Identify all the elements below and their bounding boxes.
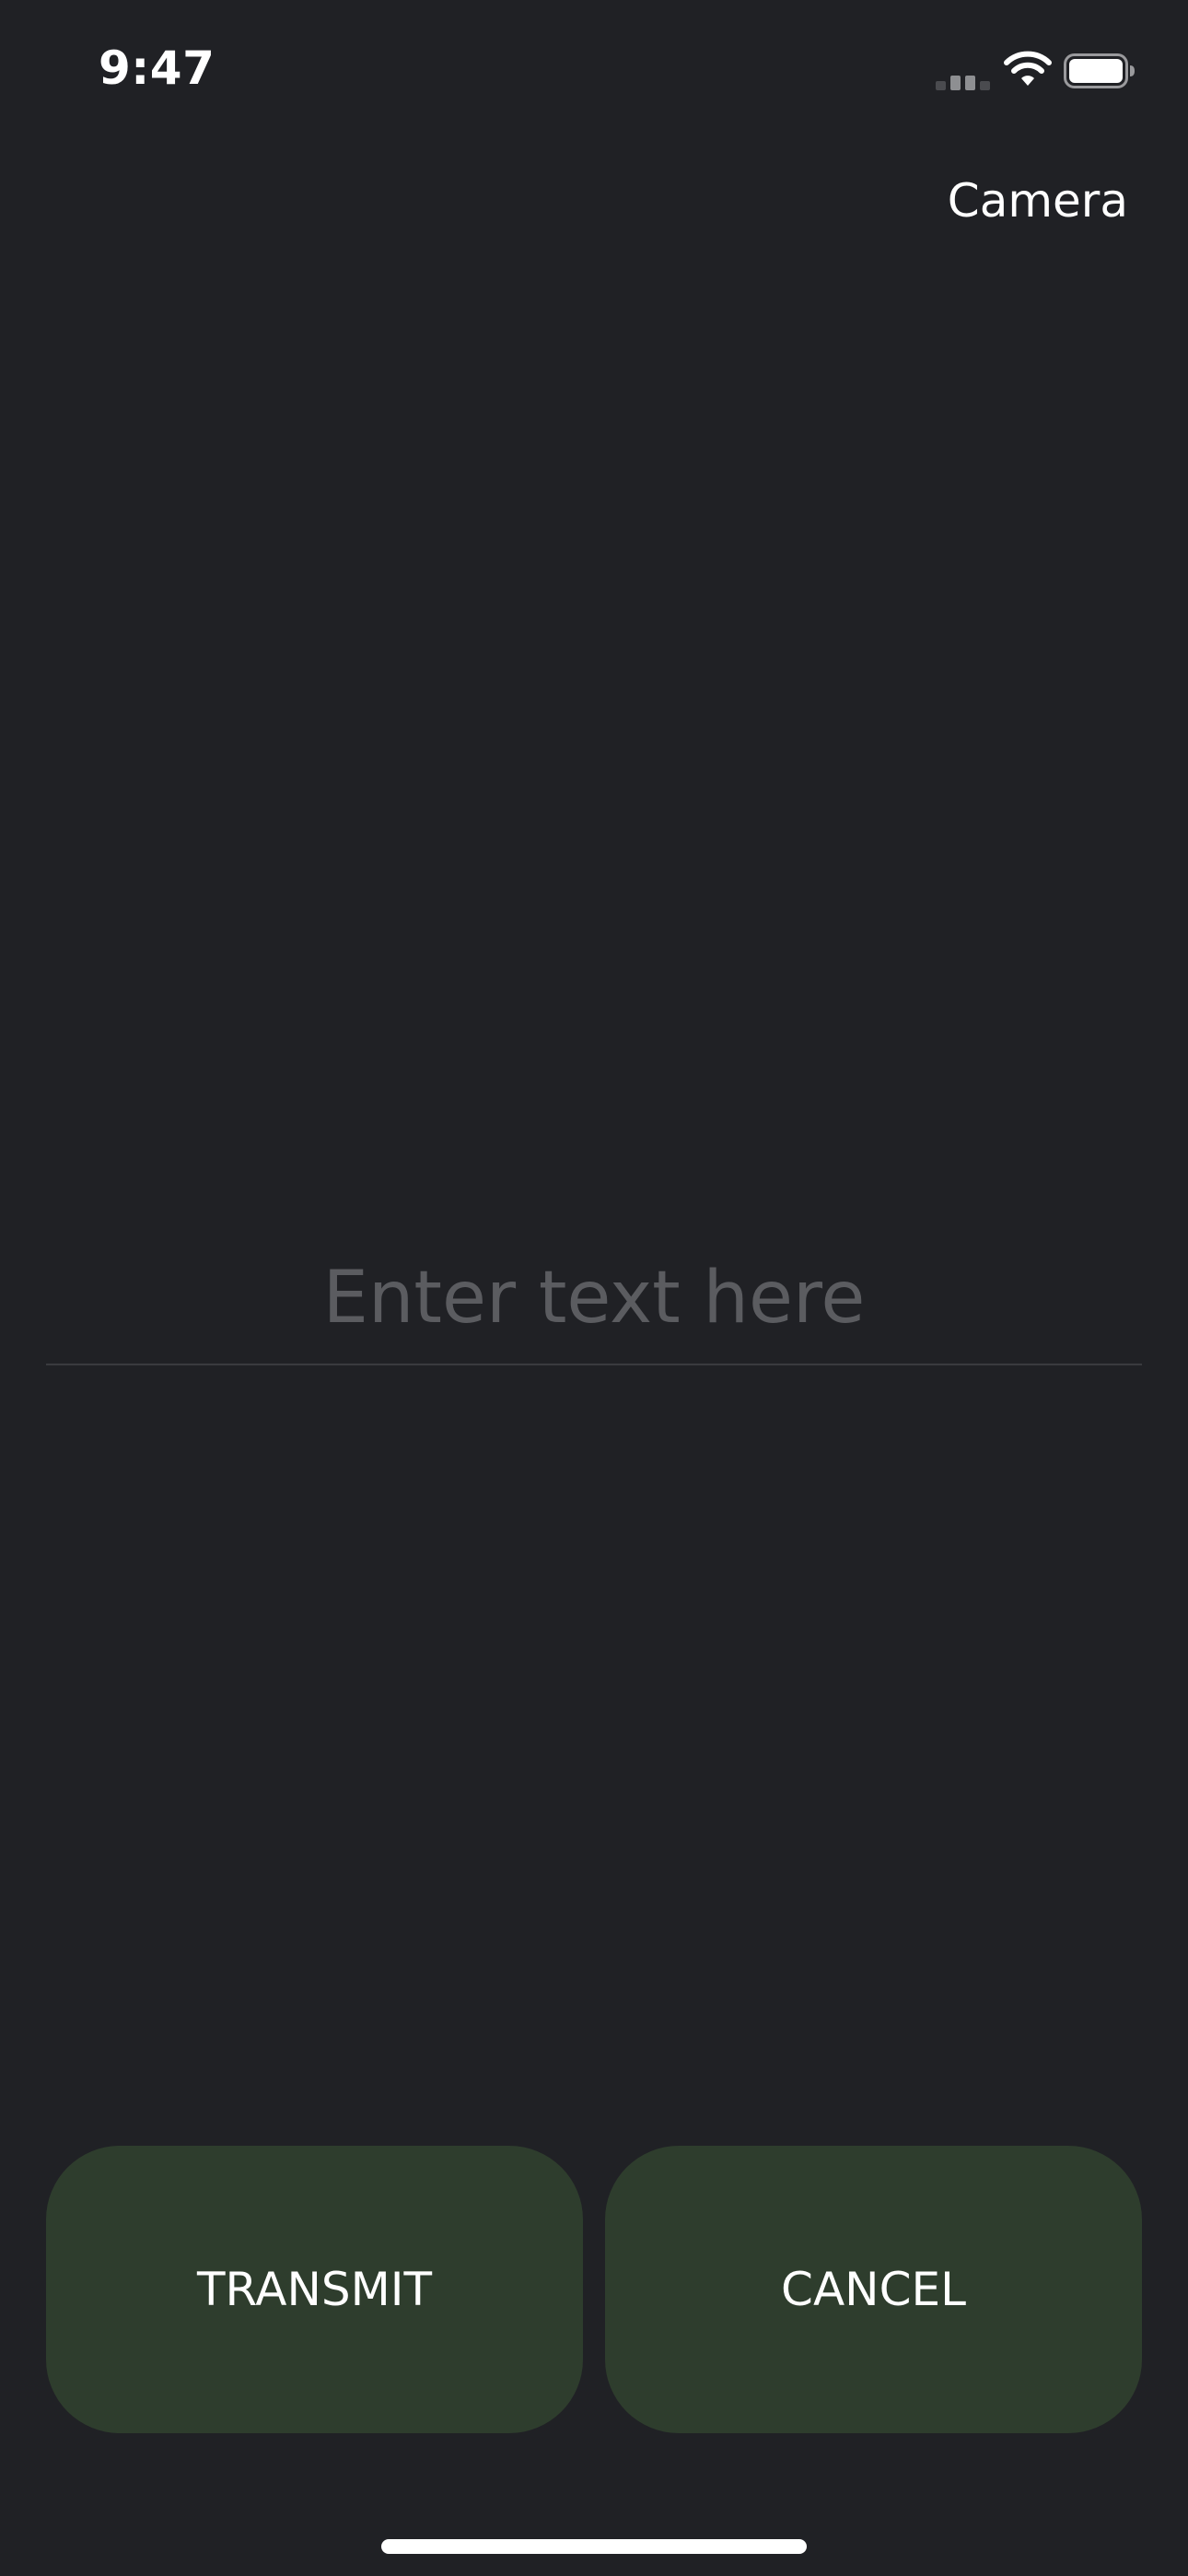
battery-icon [1064,53,1135,88]
cancel-button[interactable]: CANCEL [605,2146,1142,2433]
transmit-button[interactable]: TRANSMIT [46,2146,583,2433]
wifi-icon [1004,51,1052,86]
home-indicator[interactable] [381,2539,807,2554]
text-field [46,1235,1142,1365]
cellular-signal-icon [936,76,990,90]
status-time: 9:47 [99,41,215,95]
camera-button[interactable]: Camera [948,168,1128,234]
text-field-underline [46,1364,1142,1365]
status-bar: 9:47 [0,0,1188,147]
text-input[interactable] [46,1235,1142,1362]
app-screen: 9:47 Camera TRANSMIT CANCEL [0,0,1188,2576]
